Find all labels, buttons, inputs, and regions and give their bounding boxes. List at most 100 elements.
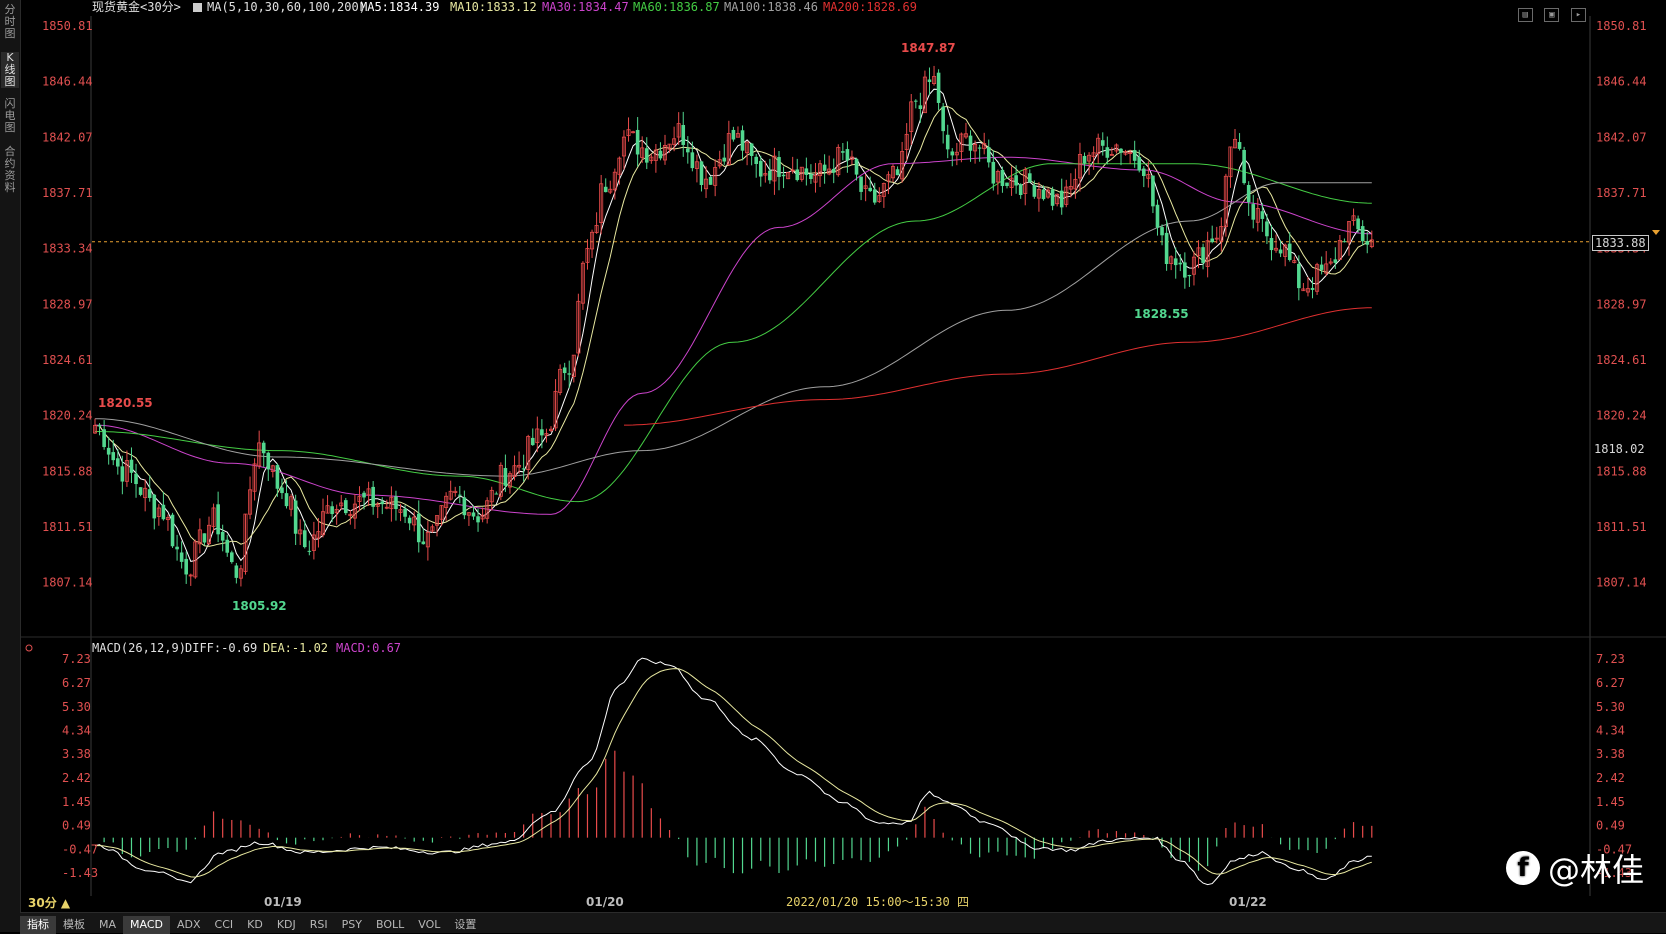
candle-body [161, 504, 166, 520]
candle-body [1269, 237, 1274, 251]
candle-body [1155, 204, 1160, 228]
tab-cci[interactable]: CCI [208, 916, 241, 934]
macd-tick-right: 4.34 [1596, 724, 1625, 738]
candle-body [1160, 227, 1164, 236]
price-tick-left: 1828.97 [42, 297, 93, 311]
expand-icon[interactable]: ▸ [1571, 8, 1586, 22]
candle-body [781, 174, 786, 177]
candle-body [927, 79, 932, 83]
candle-body [102, 429, 106, 448]
macd-tick-left: 2.42 [62, 771, 91, 785]
period-selector[interactable]: 30分 ▲ [28, 894, 88, 912]
tab-settings[interactable]: 设置 [447, 916, 483, 934]
tab-adx[interactable]: ADX [170, 916, 208, 934]
zoom-icon[interactable]: ▣ [1544, 8, 1560, 22]
candle-body [1005, 182, 1009, 187]
candle-body [261, 442, 266, 454]
tab-vol[interactable]: VOL [411, 916, 447, 934]
candle-body [1183, 262, 1187, 278]
candle-body [945, 134, 950, 150]
ma10-value: MA10:1833.12 [450, 0, 537, 14]
candle-body [458, 494, 462, 496]
macd-tick-left: -0.47 [62, 842, 98, 856]
watermark-text: @林佳 [1547, 851, 1644, 889]
candle-body [1164, 232, 1169, 265]
mid-low-annotation: 1828.55 [1134, 307, 1189, 321]
indicator-tab-bar: 指标 模板 MA MACD ADX CCI KD KDJ RSI PSY BOLL VOL 设置 [20, 912, 1666, 934]
candle-body [699, 161, 704, 186]
candle-body [330, 506, 334, 515]
ma-params: MA(5,10,30,60,100,200) [207, 0, 366, 14]
candle-body [1278, 249, 1283, 254]
ma-settings-icon[interactable] [193, 3, 202, 12]
tab-indicator[interactable]: 指标 [20, 916, 56, 934]
layout-icon[interactable]: ▤ [1517, 8, 1533, 22]
tab-kdj[interactable]: KDJ [270, 916, 303, 934]
candle-body [503, 468, 508, 486]
candle-body [1297, 263, 1301, 289]
candle-body [1246, 184, 1251, 203]
candle-body [1173, 258, 1178, 266]
candle-body [1000, 169, 1005, 187]
candle-body [941, 106, 945, 132]
candle-body [134, 473, 138, 485]
price-tick-left: 1850.81 [42, 19, 93, 33]
candle-body [216, 504, 220, 535]
candle-body [1018, 184, 1023, 196]
price-tick-right: 1811.51 [1596, 520, 1647, 534]
candle-body [220, 531, 225, 541]
macd-tick-left: 3.38 [62, 747, 91, 761]
candle-body [275, 465, 280, 489]
candle-body [1178, 262, 1183, 265]
candle-body [266, 452, 271, 470]
kline-chart[interactable]: 1850.81 1850.81 1846.44 1846.44 1842.07 1842.… [0, 0, 1666, 932]
candle-body [179, 552, 184, 562]
candle-body [991, 161, 996, 184]
candle-body [1287, 243, 1292, 261]
macd-value: MACD:0.67 [336, 641, 401, 655]
candle-body [1151, 175, 1155, 207]
candle-body [914, 100, 918, 102]
candle-body [822, 164, 827, 171]
candle-body [754, 156, 758, 164]
candle-body [175, 546, 179, 550]
candle-body [1100, 140, 1105, 146]
candle-body [202, 533, 207, 543]
tab-kd[interactable]: KD [240, 916, 270, 934]
tab-template[interactable]: 模板 [56, 916, 92, 934]
price-tick-right: 1820.24 [1596, 409, 1647, 423]
tab-psy[interactable]: PSY [335, 916, 369, 934]
tab-rsi[interactable]: RSI [303, 916, 335, 934]
macd-tick-left: 4.34 [62, 724, 91, 738]
candle-body [1142, 168, 1146, 177]
ma5-value: MA5:1834.39 [360, 0, 439, 14]
candle-body [234, 565, 239, 578]
candle-body [868, 187, 872, 192]
macd-settings-icon[interactable] [25, 644, 33, 652]
tab-boll[interactable]: BOLL [369, 916, 411, 934]
tab-ma[interactable]: MA [92, 916, 123, 934]
tab-macd[interactable]: MACD [123, 916, 170, 934]
macd-tick-right: 6.27 [1596, 676, 1625, 690]
candle-body [804, 168, 809, 175]
ma200-line [624, 307, 1372, 426]
candle-body [758, 160, 763, 177]
candle-body [562, 367, 567, 374]
macd-tick-left: 6.27 [62, 676, 91, 690]
candle-body [540, 429, 544, 436]
candle-body [184, 558, 188, 575]
candle-body [1260, 211, 1265, 219]
candle-body [768, 170, 772, 181]
candle-body [1132, 150, 1137, 161]
candle-body [795, 169, 800, 181]
candle-body [1032, 185, 1037, 197]
price-tick-right: 1815.88 [1596, 464, 1647, 478]
candle-body [97, 424, 102, 427]
candle-body [1365, 241, 1370, 245]
candle-body [230, 552, 234, 563]
ma60-line [95, 163, 1372, 503]
ma100-value: MA100:1838.46 [724, 0, 818, 14]
candle-body [1028, 173, 1032, 183]
candle-body [284, 493, 289, 507]
macd-tick-left: 1.45 [62, 795, 91, 809]
